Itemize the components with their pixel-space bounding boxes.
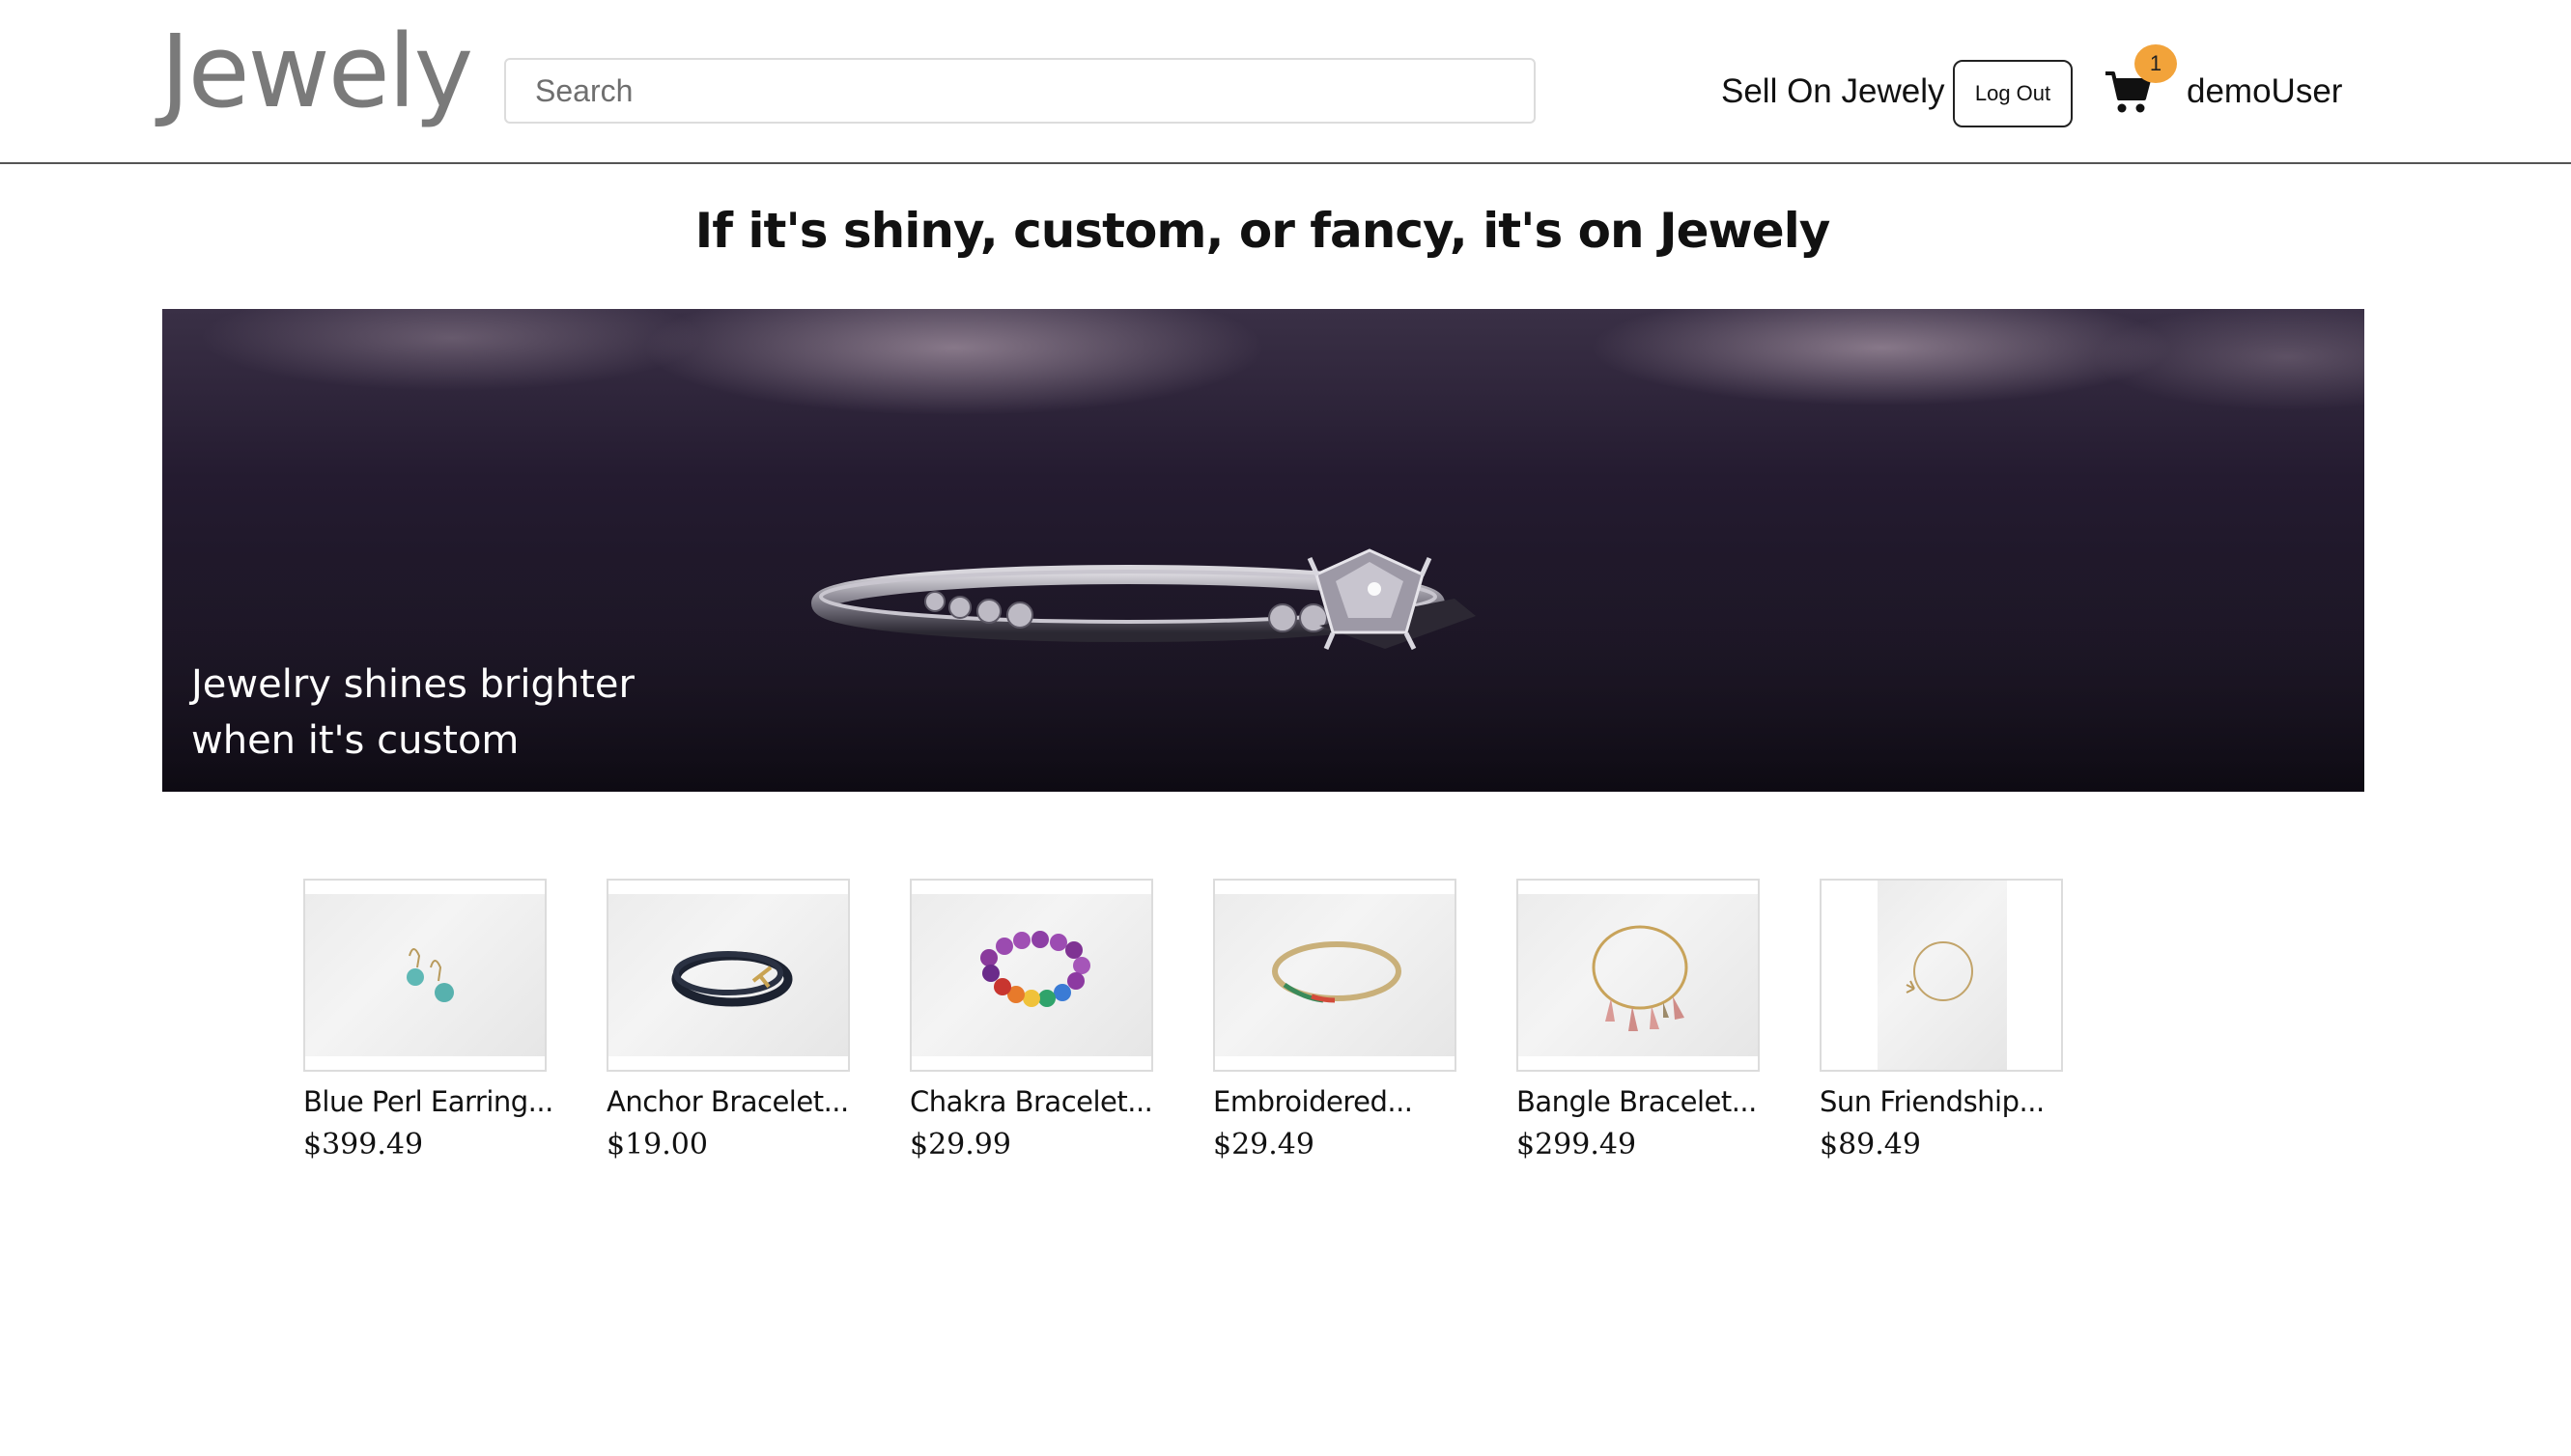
hero-caption-line-2: when it's custom (191, 718, 520, 763)
sun-friendship-bracelet-image (1906, 941, 1973, 1001)
hero-caption: Jewelry shines brighter when it's custom (191, 657, 771, 769)
product-name[interactable]: Sun Friendship... (1820, 1085, 2063, 1118)
product-name[interactable]: Anchor Bracelet... (607, 1085, 850, 1118)
product-thumbnail[interactable] (1213, 879, 1456, 1072)
chakra-bracelet-image (980, 931, 1090, 1007)
product-name[interactable]: Bangle Bracelet... (1516, 1085, 1760, 1118)
product-card[interactable]: Embroidered... $29.49 (1213, 879, 1456, 1162)
product-card[interactable]: Anchor Bracelet... $19.00 (607, 879, 850, 1162)
logout-button[interactable]: Log Out (1953, 60, 2073, 127)
product-list: Blue Perl Earring... $399.49 Anchor Brac… (303, 879, 2235, 1188)
page: Jewely Sell On Jewely Log Out 1 demoUser… (0, 0, 2571, 1456)
product-price: $89.49 (1820, 1128, 1921, 1162)
hero-banner: Jewelry shines brighter when it's custom (162, 309, 2364, 792)
product-thumbnail[interactable] (910, 879, 1153, 1072)
product-card[interactable]: Bangle Bracelet... $299.49 (1516, 879, 1760, 1162)
search-input[interactable] (504, 58, 1536, 124)
embroidered-bangle-image (1272, 941, 1401, 1003)
product-card[interactable]: Chakra Bracelet... $29.99 (910, 879, 1153, 1162)
cart-count-badge: 1 (2134, 44, 2177, 83)
sell-on-jewely-link[interactable]: Sell On Jewely (1721, 68, 1944, 116)
earring-image (407, 948, 454, 1002)
product-thumbnail[interactable] (303, 879, 547, 1072)
top-navbar: Jewely Sell On Jewely Log Out 1 demoUser (0, 0, 2571, 164)
hero-caption-line-1: Jewelry shines brighter (191, 662, 635, 707)
user-menu[interactable]: demoUser (2187, 68, 2342, 116)
site-logo[interactable]: Jewely (160, 21, 473, 122)
product-price: $19.00 (607, 1128, 708, 1162)
product-card[interactable]: Sun Friendship... $89.49 (1820, 879, 2063, 1162)
product-price: $299.49 (1516, 1128, 1637, 1162)
anchor-bracelet-image (671, 951, 793, 1007)
product-card[interactable]: Blue Perl Earring... $399.49 (303, 879, 553, 1162)
cart-button[interactable]: 1 (2104, 44, 2177, 120)
product-name[interactable]: Chakra Bracelet... (910, 1085, 1153, 1118)
product-thumbnail[interactable] (1820, 879, 2063, 1072)
product-price: $399.49 (303, 1128, 424, 1162)
product-name[interactable]: Embroidered... (1213, 1085, 1456, 1118)
page-tagline: If it's shiny, custom, or fancy, it's on… (694, 203, 1831, 259)
tassel-bangle-image (1592, 925, 1688, 1031)
product-price: $29.99 (910, 1128, 1011, 1162)
product-thumbnail[interactable] (1516, 879, 1760, 1072)
product-name[interactable]: Blue Perl Earring... (303, 1085, 553, 1118)
product-price: $29.49 (1213, 1128, 1314, 1162)
product-thumbnail[interactable] (607, 879, 850, 1072)
